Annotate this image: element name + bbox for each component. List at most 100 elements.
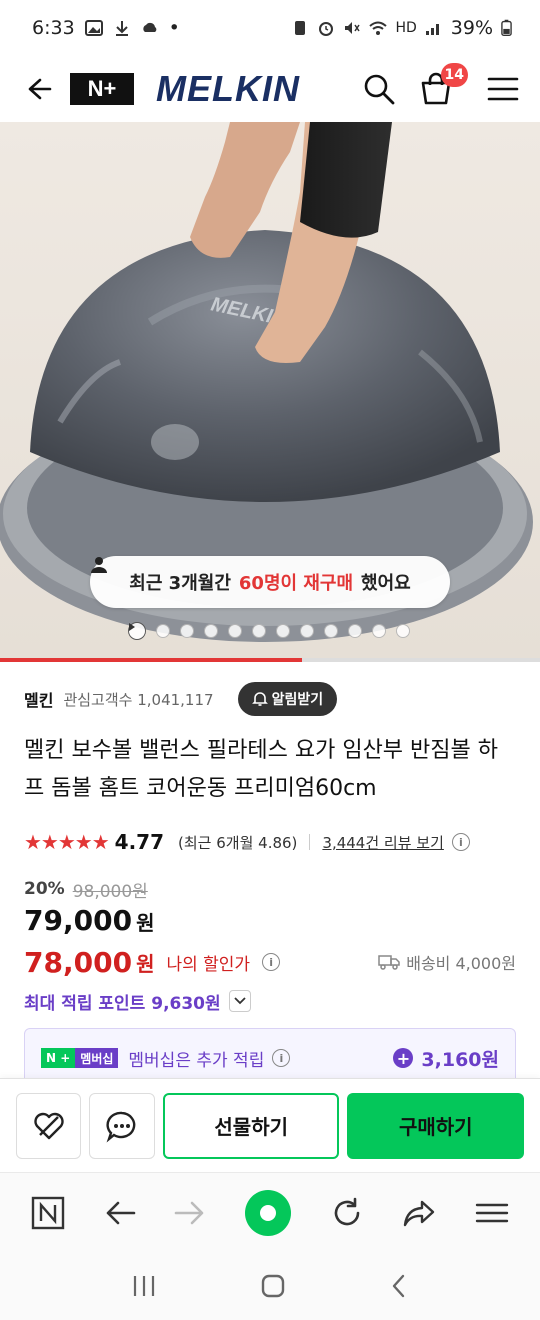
purchase-action-bar: 선물하기 구매하기 [0, 1078, 540, 1172]
weather-icon [143, 22, 157, 32]
battery-icon [501, 19, 512, 37]
chat-button[interactable] [89, 1092, 155, 1159]
product-title: 멜킨 보수볼 밸런스 필라테스 요가 임산부 반짐볼 하프 돔볼 홈트 코어운동… [24, 738, 498, 801]
nplus-logo-text: N+ [87, 76, 117, 101]
hd-voice-label: HD [395, 20, 417, 36]
seller-row: 멜킨 관심고객수 1,041,117 알림받기 [24, 680, 516, 718]
video-play-dot[interactable] [128, 622, 146, 640]
review-link[interactable]: 3,444건 리뷰 보기 [322, 832, 443, 853]
status-more-dot: • [168, 17, 180, 39]
chat-icon [106, 1111, 136, 1142]
carousel-dot[interactable] [300, 624, 314, 638]
carousel-dot[interactable] [180, 624, 194, 638]
product-hero-image[interactable]: MELKIN 최근 3개월간 60명이 재구매 했어요 [0, 122, 540, 658]
my-price-row: 78,000 원 나의 할인가 i 배송비 4,000원 [24, 942, 516, 982]
rating-row: ★★★★★ 4.77 (최근 6개월 4.86) 3,444건 리뷰 보기 i [24, 826, 516, 858]
notify-label: 알림받기 [271, 692, 324, 708]
person-icon [91, 557, 107, 573]
cart-button[interactable]: 14 [418, 63, 468, 107]
status-time: 6:33 [32, 17, 75, 39]
chevron-down-icon [234, 997, 246, 1005]
sim-icon [295, 21, 306, 35]
video-progress-fill [0, 658, 303, 662]
carousel-dot[interactable] [204, 624, 218, 638]
truck-icon [378, 955, 400, 970]
original-price: 98,000원 [72, 881, 148, 902]
mute-icon [345, 22, 361, 34]
price-row: 79,000 원 [24, 904, 154, 944]
membership-amount-value: 3,160원 [421, 1048, 499, 1071]
video-progress-track [0, 658, 540, 662]
notify-button[interactable]: 알림받기 [237, 682, 338, 716]
wifi-icon [369, 21, 388, 35]
carousel-dot[interactable] [348, 624, 362, 638]
shipping-fee: 배송비 4,000원 [378, 950, 516, 974]
share-icon[interactable] [402, 1198, 436, 1228]
my-price-unit: 원 [136, 951, 155, 976]
refresh-icon[interactable] [330, 1196, 364, 1230]
points-expand-button[interactable] [228, 990, 251, 1012]
status-bar: 6:33 • HD 39% [0, 0, 540, 56]
recents-icon[interactable] [131, 1274, 157, 1298]
bell-plus-icon [251, 692, 268, 706]
sale-price-unit: 원 [136, 911, 155, 935]
rating-stars: ★★★★★ [24, 830, 110, 854]
gallery-icon [84, 20, 103, 36]
browser-menu-icon[interactable] [475, 1200, 509, 1226]
repurchase-suffix: 했어요 [361, 573, 411, 594]
browser-toolbar [0, 1172, 540, 1252]
seller-name[interactable]: 멜킨 [24, 687, 53, 711]
nplus-badge-m: 멤버십 [75, 1048, 119, 1068]
alarm-icon [319, 22, 334, 36]
repurchase-highlight: 60명이 재구매 [238, 573, 354, 594]
nplus-badge-n: N + [41, 1048, 76, 1068]
search-icon[interactable] [362, 72, 396, 106]
wishlist-button[interactable] [16, 1092, 82, 1159]
download-icon [115, 21, 128, 36]
points-label: 최대 적립 포인트 9,630원 [24, 993, 221, 1014]
wishlist-icon [34, 1112, 64, 1139]
repurchase-prefix: 최근 3개월간 [129, 573, 231, 594]
rating-divider [309, 834, 311, 850]
menu-icon[interactable] [486, 74, 520, 104]
shipping-label: 배송비 4,000원 [406, 954, 516, 973]
signal-icon [425, 24, 439, 35]
my-price-info-icon[interactable]: i [262, 953, 281, 971]
system-nav-bar [0, 1252, 540, 1320]
system-home-icon[interactable] [260, 1273, 286, 1299]
nplus-logo[interactable]: N+ [70, 73, 134, 105]
points-row[interactable]: 최대 적립 포인트 9,630원 [24, 986, 251, 1016]
browser-forward-icon[interactable] [174, 1199, 206, 1227]
carousel-dots [128, 622, 410, 640]
carousel-dot[interactable] [372, 624, 386, 638]
battery-percent: 39% [450, 17, 493, 39]
brand-logo[interactable]: MELKIN [156, 68, 300, 110]
carousel-dot[interactable] [324, 624, 338, 638]
play-icon [129, 623, 135, 631]
buy-button[interactable]: 구매하기 [347, 1092, 524, 1159]
my-price: 78,000 [24, 945, 133, 979]
cart-count-badge: 14 [440, 63, 468, 87]
discount-percent: 20% [24, 879, 65, 899]
plus-icon: + [393, 1048, 414, 1068]
carousel-dot[interactable] [228, 624, 242, 638]
discount-row: 20% 98,000원 [24, 876, 148, 902]
carousel-dot[interactable] [396, 624, 410, 638]
rating-recent: (최근 6개월 4.86) [178, 833, 298, 852]
gift-button[interactable]: 선물하기 [162, 1092, 340, 1159]
system-back-icon[interactable] [389, 1273, 409, 1299]
info-icon[interactable]: i [451, 833, 470, 851]
n-home-icon[interactable] [31, 1196, 65, 1230]
nplus-membership-badge: N + 멤버십 [41, 1048, 119, 1068]
carousel-dot[interactable] [276, 624, 290, 638]
repurchase-pill: 최근 3개월간 60명이 재구매 했어요 [90, 556, 450, 608]
top-nav: N+ MELKIN 14 [0, 56, 540, 122]
membership-text: 멤버십은 추가 적립 [128, 1050, 265, 1071]
sale-price: 79,000 [24, 904, 133, 937]
browser-back-icon[interactable] [104, 1199, 136, 1227]
browser-home-icon[interactable] [244, 1189, 291, 1236]
carousel-dot[interactable] [156, 624, 170, 638]
membership-info-icon[interactable]: i [272, 1049, 291, 1067]
back-button[interactable] [20, 71, 56, 107]
carousel-dot[interactable] [252, 624, 266, 638]
